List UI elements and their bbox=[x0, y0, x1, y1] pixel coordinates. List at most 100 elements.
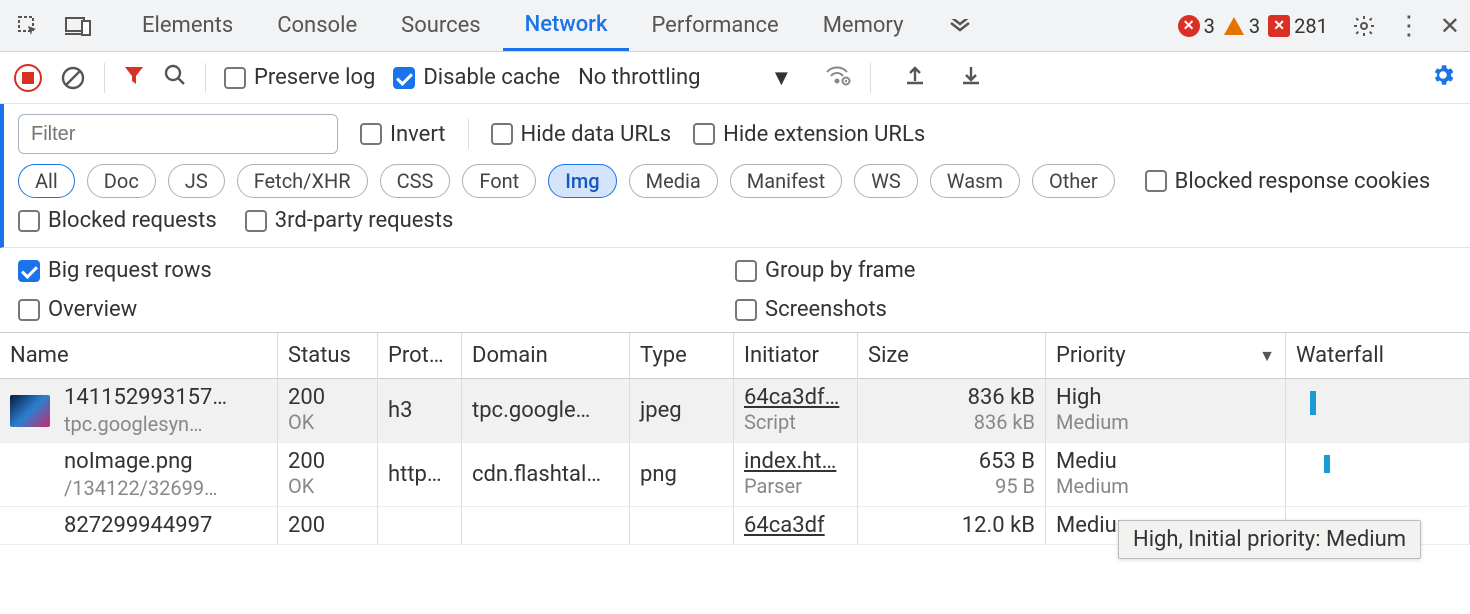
cell-domain[interactable] bbox=[462, 507, 630, 545]
disable-cache-checkbox[interactable] bbox=[393, 67, 415, 89]
preserve-log-option[interactable]: Preserve log bbox=[224, 65, 375, 90]
cell-protocol[interactable]: h3 bbox=[378, 379, 462, 443]
overview-checkbox[interactable] bbox=[18, 299, 40, 321]
third-party-checkbox[interactable] bbox=[245, 210, 267, 232]
pill-manifest[interactable]: Manifest bbox=[730, 164, 842, 198]
cell-type[interactable] bbox=[630, 507, 734, 545]
blocked-requests-option[interactable]: Blocked requests bbox=[18, 208, 217, 233]
hide-extension-urls-option[interactable]: Hide extension URLs bbox=[693, 122, 925, 147]
preserve-log-checkbox[interactable] bbox=[224, 67, 246, 89]
inspect-element-icon[interactable] bbox=[10, 8, 46, 44]
pill-img[interactable]: Img bbox=[548, 164, 616, 198]
close-icon[interactable]: ✕ bbox=[1440, 12, 1460, 40]
cell-type[interactable]: png bbox=[630, 443, 734, 507]
search-icon[interactable] bbox=[163, 63, 187, 93]
cell-type[interactable]: jpeg bbox=[630, 379, 734, 443]
kebab-menu-icon[interactable]: ⋮ bbox=[1396, 11, 1422, 41]
cell-status[interactable]: 200 OK bbox=[278, 443, 378, 507]
hide-data-urls-option[interactable]: Hide data URLs bbox=[491, 122, 672, 147]
pill-fetch-xhr[interactable]: Fetch/XHR bbox=[237, 164, 368, 198]
table-row[interactable]: 827299944997 bbox=[0, 507, 278, 545]
col-name[interactable]: Name bbox=[0, 333, 278, 379]
cell-priority[interactable]: High Medium bbox=[1046, 379, 1286, 443]
cell-initiator[interactable]: 64ca3df bbox=[734, 507, 858, 545]
blocked-cookies-option[interactable]: Blocked response cookies bbox=[1145, 169, 1431, 194]
pill-font[interactable]: Font bbox=[462, 164, 536, 198]
cell-status[interactable]: 200 bbox=[278, 507, 378, 545]
pill-media[interactable]: Media bbox=[629, 164, 718, 198]
col-status[interactable]: Status bbox=[278, 333, 378, 379]
cell-waterfall[interactable] bbox=[1286, 443, 1470, 507]
settings-gear-icon[interactable] bbox=[1430, 62, 1456, 94]
request-name: noImage.png bbox=[64, 449, 218, 474]
screenshots-option[interactable]: Screenshots bbox=[735, 297, 1452, 322]
col-type[interactable]: Type bbox=[630, 333, 734, 379]
blocked-cookies-checkbox[interactable] bbox=[1145, 170, 1167, 192]
cell-domain[interactable]: cdn.flashtal… bbox=[462, 443, 630, 507]
pill-js[interactable]: JS bbox=[168, 164, 225, 198]
cell-size[interactable]: 836 kB 836 kB bbox=[858, 379, 1046, 443]
blocked-requests-checkbox[interactable] bbox=[18, 210, 40, 232]
download-har-icon[interactable] bbox=[959, 63, 983, 93]
record-button[interactable] bbox=[14, 64, 42, 92]
cell-initiator[interactable]: 64ca3df… Script bbox=[734, 379, 858, 443]
pill-css[interactable]: CSS bbox=[380, 164, 451, 198]
screenshots-checkbox[interactable] bbox=[735, 299, 757, 321]
cell-priority[interactable]: Mediu Medium bbox=[1046, 443, 1286, 507]
table-row[interactable]: noImage.png /134122/32699… bbox=[0, 443, 278, 507]
tab-elements[interactable]: Elements bbox=[120, 0, 255, 51]
hide-data-urls-checkbox[interactable] bbox=[491, 123, 513, 145]
upload-har-icon[interactable] bbox=[903, 63, 927, 93]
filter-input[interactable] bbox=[18, 114, 338, 154]
cell-domain[interactable]: tpc.google… bbox=[462, 379, 630, 443]
error-count[interactable]: ✕ 3 bbox=[1178, 14, 1215, 38]
third-party-label: 3rd-party requests bbox=[275, 208, 454, 233]
tab-network[interactable]: Network bbox=[503, 0, 630, 51]
throttling-select[interactable]: No throttling ▼ bbox=[578, 65, 792, 91]
tab-overflow[interactable] bbox=[925, 0, 995, 51]
cell-protocol[interactable] bbox=[378, 507, 462, 545]
hide-extension-urls-checkbox[interactable] bbox=[693, 123, 715, 145]
warning-count[interactable]: 3 bbox=[1223, 14, 1260, 38]
tab-sources[interactable]: Sources bbox=[379, 0, 503, 51]
gear-icon[interactable] bbox=[1346, 8, 1382, 44]
big-rows-option[interactable]: Big request rows bbox=[18, 258, 735, 283]
col-size[interactable]: Size bbox=[858, 333, 1046, 379]
pill-wasm[interactable]: Wasm bbox=[930, 164, 1020, 198]
cell-size[interactable]: 653 B 95 B bbox=[858, 443, 1046, 507]
overview-option[interactable]: Overview bbox=[18, 297, 735, 322]
tab-console[interactable]: Console bbox=[255, 0, 379, 51]
invert-option[interactable]: Invert bbox=[360, 122, 446, 147]
group-frame-checkbox[interactable] bbox=[735, 260, 757, 282]
cell-status[interactable]: 200 OK bbox=[278, 379, 378, 443]
group-frame-option[interactable]: Group by frame bbox=[735, 258, 1452, 283]
disable-cache-option[interactable]: Disable cache bbox=[393, 65, 560, 90]
issues-icon: ✕ bbox=[1268, 15, 1290, 37]
tab-performance[interactable]: Performance bbox=[629, 0, 800, 51]
col-domain[interactable]: Domain bbox=[462, 333, 630, 379]
device-toolbar-icon[interactable] bbox=[60, 8, 96, 44]
filter-icon[interactable] bbox=[123, 64, 145, 92]
col-waterfall[interactable]: Waterfall bbox=[1286, 333, 1470, 379]
pill-doc[interactable]: Doc bbox=[87, 164, 156, 198]
invert-checkbox[interactable] bbox=[360, 123, 382, 145]
col-priority[interactable]: Priority bbox=[1046, 333, 1286, 379]
pill-all[interactable]: All bbox=[18, 164, 75, 198]
cell-protocol[interactable]: http… bbox=[378, 443, 462, 507]
col-protocol[interactable]: Prot… bbox=[378, 333, 462, 379]
cell-size[interactable]: 12.0 kB bbox=[858, 507, 1046, 545]
pill-ws[interactable]: WS bbox=[854, 164, 918, 198]
big-rows-checkbox[interactable] bbox=[18, 260, 40, 282]
table-row[interactable]: 141152993157… tpc.googlesyn… bbox=[0, 379, 278, 443]
issues-count[interactable]: ✕ 281 bbox=[1268, 14, 1328, 38]
cell-waterfall[interactable] bbox=[1286, 379, 1470, 443]
col-initiator[interactable]: Initiator bbox=[734, 333, 858, 379]
network-conditions-icon[interactable] bbox=[824, 63, 852, 93]
third-party-option[interactable]: 3rd-party requests bbox=[245, 208, 454, 233]
pill-other[interactable]: Other bbox=[1032, 164, 1115, 198]
divider bbox=[104, 63, 105, 93]
tab-memory[interactable]: Memory bbox=[801, 0, 926, 51]
clear-icon[interactable] bbox=[60, 65, 86, 91]
cell-initiator[interactable]: index.ht… Parser bbox=[734, 443, 858, 507]
waterfall-bar bbox=[1310, 391, 1316, 415]
